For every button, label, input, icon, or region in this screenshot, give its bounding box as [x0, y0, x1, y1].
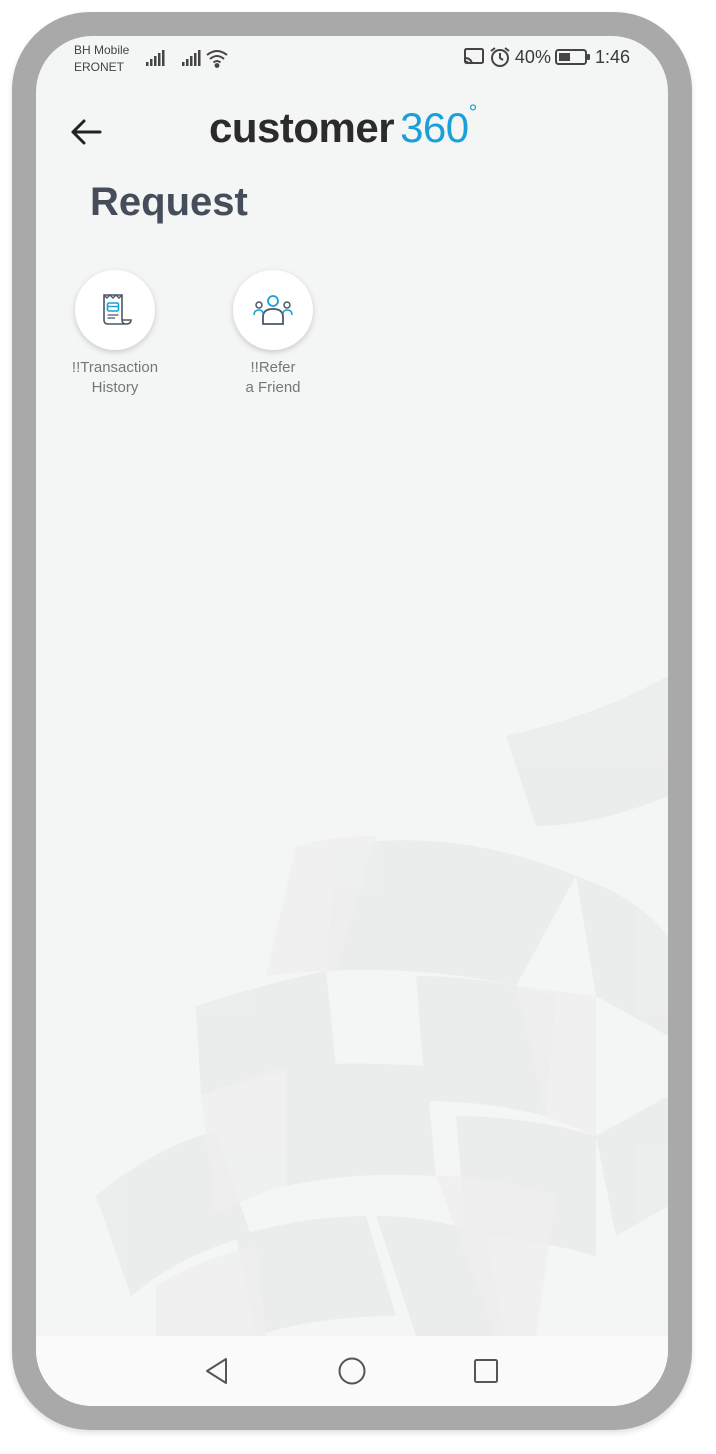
- nav-recents-button[interactable]: [469, 1354, 503, 1388]
- receipt-icon: [103, 294, 132, 325]
- tile-label-line1: !!Refer: [250, 359, 296, 376]
- signal-icon: [182, 50, 201, 66]
- app-logo: customer 360°: [209, 100, 477, 152]
- screen: BH Mobile ERONET 40% 1:46 customer 360° …: [36, 36, 668, 1406]
- nav-home-icon: [338, 1357, 366, 1385]
- signal-icon: [146, 50, 165, 66]
- status-bar: BH Mobile ERONET 40% 1:46: [36, 36, 668, 84]
- nav-back-button[interactable]: [200, 1354, 234, 1388]
- background-pattern: [96, 676, 668, 1336]
- logo-text-dark: customer: [209, 104, 395, 151]
- app-header: customer 360°: [36, 100, 668, 160]
- alarm-icon: [490, 47, 510, 67]
- battery-icon: [554, 49, 590, 65]
- tile-icon-circle: [233, 270, 313, 350]
- nav-home-button[interactable]: [335, 1354, 369, 1388]
- tile-icon-circle: [75, 270, 155, 350]
- nav-back-icon: [206, 1358, 227, 1384]
- system-nav-bar: [36, 1336, 668, 1406]
- refer-friend-icon: [253, 295, 293, 325]
- signal-icons: [146, 48, 236, 77]
- tile-transaction-history[interactable]: !!Transaction History: [36, 270, 195, 398]
- tile-label-line2: History: [91, 379, 139, 396]
- logo-degree: °: [468, 100, 478, 125]
- wifi-icon: [206, 50, 228, 68]
- cast-icon: [463, 48, 484, 65]
- battery-percent: 40%: [514, 46, 551, 67]
- arrow-left-icon: [71, 119, 102, 145]
- logo-text-accent: 360: [400, 104, 469, 151]
- tile-label: !!Transaction History: [36, 358, 195, 398]
- status-right: 40% 1:46: [463, 46, 630, 68]
- tile-label-line1: !!Transaction: [71, 359, 159, 376]
- tile-refer-a-friend[interactable]: !!Refer a Friend: [193, 270, 353, 398]
- back-button[interactable]: [64, 110, 108, 154]
- tile-label-line2: a Friend: [245, 379, 301, 396]
- carrier-name: BH Mobile: [74, 43, 130, 57]
- nav-recents-icon: [474, 1359, 498, 1383]
- page-title: Request: [90, 180, 248, 224]
- tile-label: !!Refer a Friend: [193, 358, 353, 398]
- carrier-info: BH Mobile ERONET: [74, 42, 129, 76]
- carrier-network: ERONET: [74, 60, 125, 74]
- clock-time: 1:46: [594, 46, 630, 67]
